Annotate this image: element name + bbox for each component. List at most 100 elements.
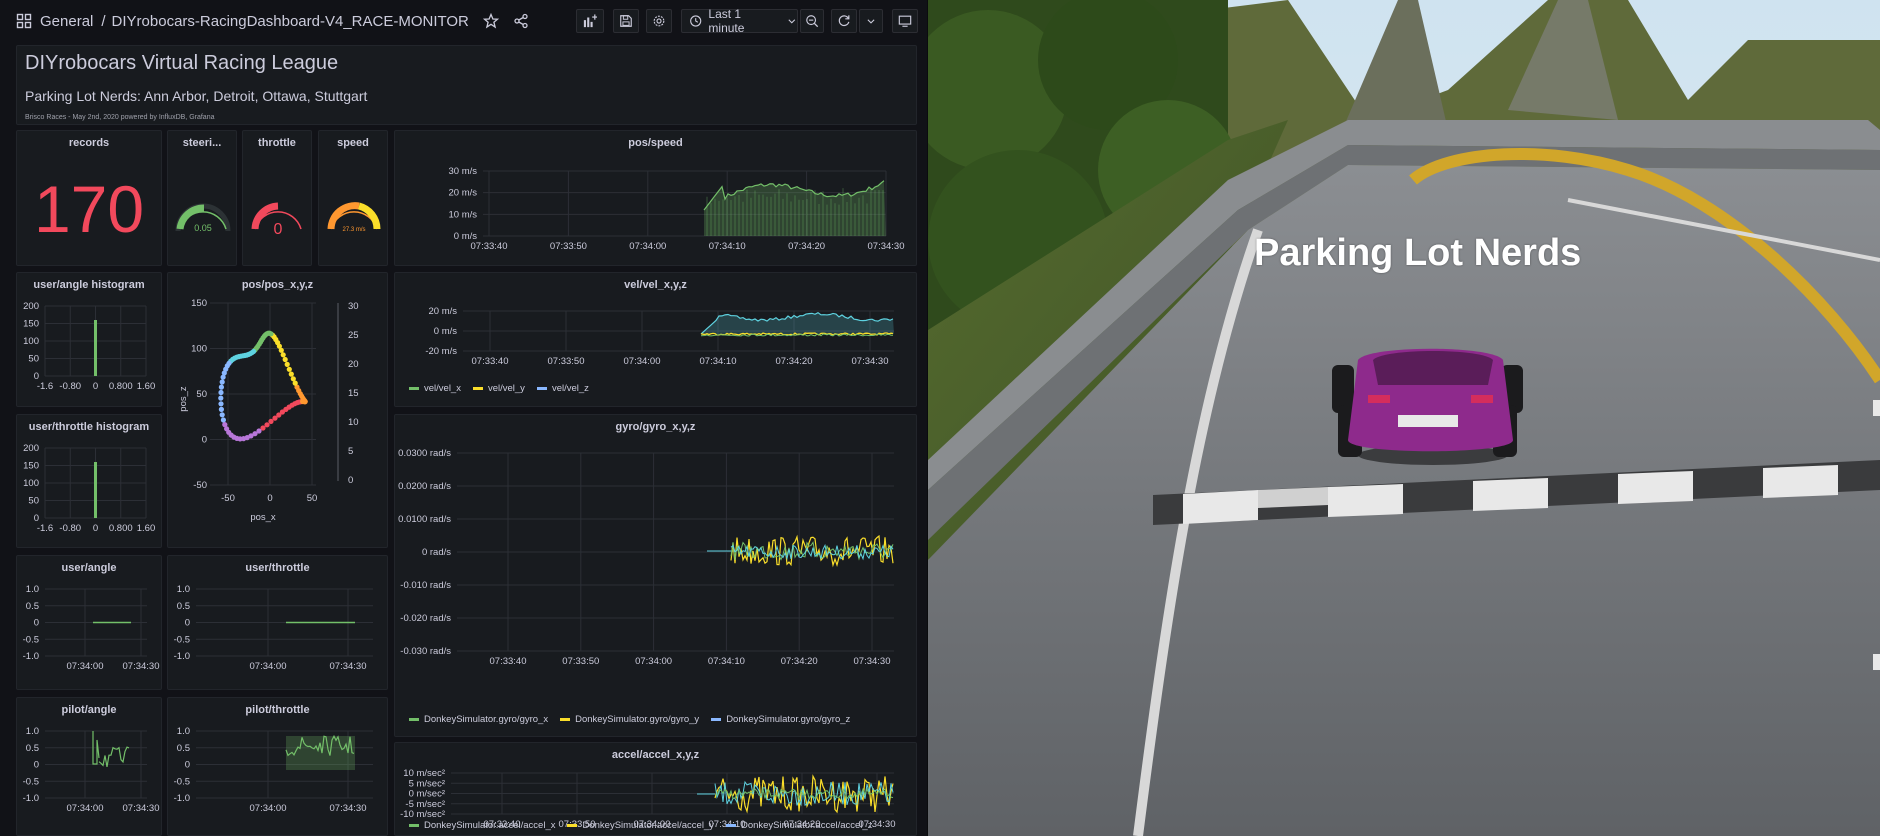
x-tick-label: 1.60 — [137, 381, 156, 392]
y-tick-label: -0.5 — [174, 776, 190, 787]
dashboard-title[interactable]: DIYrobocars-RacingDashboard-V4_RACE-MONI… — [112, 13, 469, 30]
y-tick-label: 100 — [23, 478, 39, 489]
scrollbar-handle[interactable] — [1873, 400, 1880, 416]
x-tick-label: -0.80 — [59, 523, 81, 534]
y-tick-label: 0 — [34, 760, 39, 771]
legend-label: DonkeySimulator.gyro/gyro_z — [726, 714, 851, 725]
x-tick-label: 07:34:30 — [854, 656, 891, 667]
legend-label: vel/vel_x — [424, 383, 461, 394]
pos-xyz-scatter: 150100500-50-50 0 50pos_xpos_z302520151050 — [178, 298, 359, 523]
y-tick-label: -0.5 — [174, 634, 190, 645]
position-point — [268, 418, 274, 424]
position-point — [218, 406, 224, 412]
pilot-angle-line — [98, 746, 130, 768]
legend-item[interactable]: DonkeySimulator.gyro/gyro_z — [711, 714, 850, 725]
y-tick-label: -0.010 rad/s — [400, 580, 451, 591]
position-point — [280, 352, 286, 358]
throttle-gauge-panel[interactable]: throttle 0 — [242, 130, 312, 266]
user-angle-histogram-panel[interactable]: user/angle histogram 200 150 100 50 0 -1.6 -0.… — [16, 272, 162, 407]
x-tick-label: 07:34:20 — [788, 241, 825, 252]
x-tick-label: 0 — [93, 381, 98, 392]
x-tick-label: -50 — [221, 493, 235, 504]
zoom-out-button[interactable] — [800, 9, 824, 33]
legend-item[interactable]: DonkeySimulator.gyro/gyro_x — [409, 714, 548, 725]
pos-xyz-panel[interactable]: pos/pos_x,y,z 150 100 50 0 -50 -50 0 50 pos_x pos… — [167, 272, 388, 548]
monitor-icon — [898, 15, 912, 27]
chevron-down-icon — [867, 19, 875, 24]
pilot-throttle-panel[interactable]: pilot/throttle 1.0 0.5 0 -0.5 -1.0 07:34:00 07… — [167, 697, 388, 836]
steering-value: 0.05 — [194, 223, 212, 233]
position-point — [219, 379, 225, 385]
y-tick-label: 0 m/s — [434, 326, 457, 337]
legend-item[interactable]: vel/vel_z — [536, 383, 589, 394]
scale-tick-label: 15 — [348, 388, 359, 399]
y-tick-label: 200 — [23, 301, 39, 312]
y-tick-label: 20 m/s — [428, 306, 457, 317]
steering-gauge-panel[interactable]: steeri... 0.05 — [167, 130, 237, 266]
pilot-angle-panel[interactable]: pilot/angle 1.0 0.5 0 -0.5 -1.0 07:34:00 07:34… — [16, 697, 162, 836]
scrollbar[interactable] — [1872, 400, 1880, 670]
scrollbar-handle[interactable] — [1873, 654, 1880, 670]
y-tick-label: 1.0 — [26, 726, 39, 737]
histogram-plot: 200150100500-1.6 -0.80 0 0.800 1.60 — [23, 443, 155, 534]
accel-panel[interactable]: accel/accel_x,y,z 10 m/sec² 5 m/sec² 0 m/s… — [394, 742, 917, 836]
y-tick-label: 0.5 — [26, 601, 39, 612]
user-angle-panel[interactable]: user/angle 1.0 0.5 0 -0.5 -1.0 07:34:00 07:34:… — [16, 555, 162, 690]
gyro-panel[interactable]: gyro/gyro_x,y,z 0.0300 rad/s 0.0200 rad/s… — [394, 414, 917, 737]
x-tick-label: 07:33:50 — [550, 241, 587, 252]
position-point — [218, 395, 224, 401]
legend-label: vel/vel_y — [487, 383, 525, 394]
scale-tick-label: 25 — [348, 330, 359, 341]
add-panel-button[interactable] — [576, 9, 604, 33]
y-tick-label: 0.5 — [26, 743, 39, 754]
x-tick-label: 0.800 — [109, 381, 133, 392]
legend-label: DonkeySimulator.accel/accel_x — [424, 820, 556, 831]
vel-panel[interactable]: vel/vel_x,y,z 20 m/s 0 m/s -20 m/s 07:33:40… — [394, 272, 917, 407]
legend-item[interactable]: DonkeySimulator.gyro/gyro_y — [560, 714, 699, 725]
x-tick-label: 07:33:40 — [472, 356, 509, 367]
refresh-interval-dropdown[interactable] — [859, 9, 883, 33]
pos-speed-panel[interactable]: pos/speed 30 m/s 20 m/s 10 m/s 0 m/s 07:33:4… — [394, 130, 917, 266]
star-icon[interactable] — [482, 13, 499, 29]
position-point — [218, 401, 224, 407]
y-tick-label: 0 — [202, 435, 207, 446]
user-throttle-histogram-panel[interactable]: user/throttle histogram 200 150 100 50 0 -1.6… — [16, 414, 162, 548]
breadcrumb-folder[interactable]: General — [40, 13, 93, 30]
timeseries-plot: 1.0 0.5 0 -0.5 -1.0 07:34:00 07:34:30 — [174, 726, 373, 814]
dashboards-grid-icon[interactable] — [16, 13, 32, 29]
gear-icon — [653, 15, 665, 27]
y-tick-label: -0.5 — [23, 776, 39, 787]
records-stat-panel[interactable]: records 170 — [16, 130, 162, 266]
x-tick-label: 07:34:30 — [330, 803, 367, 814]
share-icon[interactable] — [513, 13, 529, 29]
x-tick-label: 07:34:00 — [250, 661, 287, 672]
legend-item[interactable]: vel/vel_x — [409, 383, 461, 394]
speed-gauge: 27.3 m/s — [327, 202, 381, 233]
save-dashboard-button[interactable] — [613, 9, 639, 33]
refresh-button[interactable] — [831, 9, 857, 33]
y-tick-label: 0 — [185, 760, 190, 771]
settings-button[interactable] — [646, 9, 672, 33]
legend-item[interactable]: DonkeySimulator.accel/accel_z — [725, 820, 872, 831]
y-tick-label: 100 — [191, 344, 207, 355]
y-tick-label: 1.0 — [177, 584, 190, 595]
time-range-picker[interactable]: Last 1 minute — [681, 7, 798, 35]
user-throttle-panel[interactable]: user/throttle 1.0 0.5 0 -0.5 -1.0 07:34:00 07:… — [167, 555, 388, 690]
y-tick-label: 200 — [23, 443, 39, 454]
legend-item[interactable]: DonkeySimulator.accel/accel_y — [567, 820, 714, 831]
x-tick-label: 0 — [93, 523, 98, 534]
position-point — [218, 389, 224, 396]
legend-item[interactable]: DonkeySimulator.accel/accel_x — [409, 820, 555, 831]
speed-gauge-panel[interactable]: speed 27.3 m/s — [318, 130, 388, 266]
y-tick-label: 20 m/s — [448, 188, 477, 199]
x-tick-label: 50 — [307, 493, 318, 504]
dashboard-header: General / DIYrobocars-RacingDashboard-V4… — [0, 0, 927, 42]
time-range-label: Last 1 minute — [708, 7, 745, 35]
x-tick-label: 07:34:00 — [629, 241, 666, 252]
legend-item[interactable]: vel/vel_y — [472, 383, 525, 394]
x-tick-label: 07:34:10 — [709, 241, 746, 252]
tv-mode-button[interactable] — [892, 9, 918, 33]
y-axis-label: pos_z — [178, 386, 189, 412]
x-tick-label: -0.80 — [59, 381, 81, 392]
refresh-icon — [838, 15, 850, 27]
